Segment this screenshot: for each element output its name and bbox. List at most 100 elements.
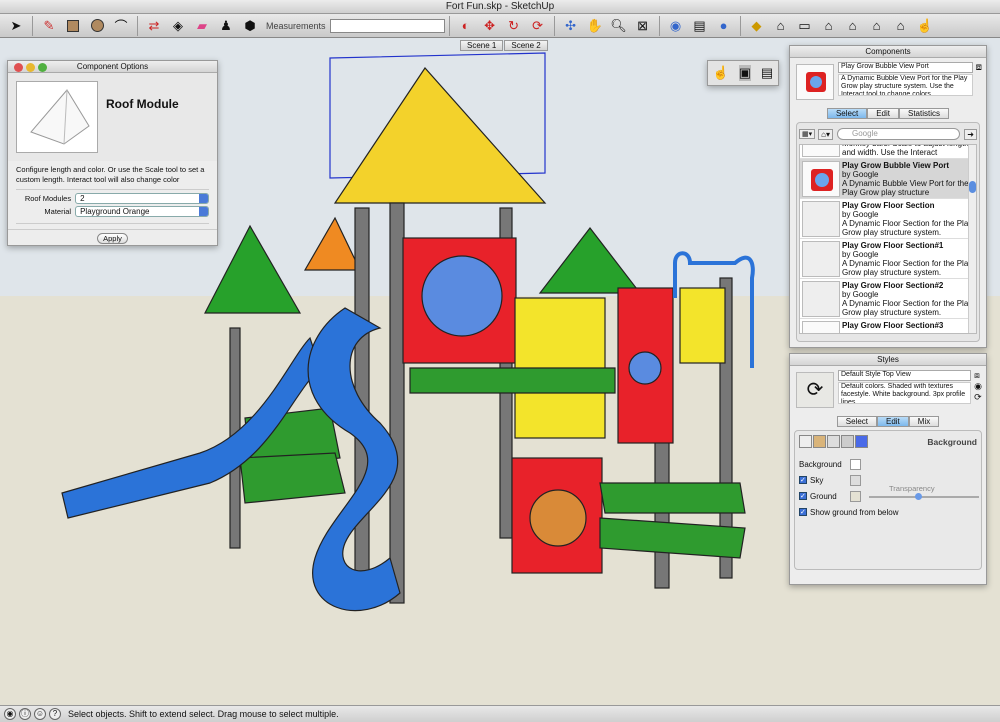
component-name: Roof Module <box>106 97 179 111</box>
panel-title: Styles <box>877 355 899 364</box>
right-view-icon[interactable]: ⌂ <box>843 16 863 36</box>
back-view-icon[interactable]: ⌂ <box>867 16 887 36</box>
tab-edit[interactable]: Edit <box>867 108 899 119</box>
zoom-button[interactable] <box>38 63 47 72</box>
search-input[interactable]: Google <box>837 128 961 140</box>
move-icon[interactable]: ✥ <box>480 16 500 36</box>
component-list: Monkey bars. Scale to adjust length and … <box>799 144 977 334</box>
list-item[interactable]: Play Grow Floor Section by Google A Dynami… <box>800 199 976 239</box>
material-select[interactable]: Playground Orange <box>75 206 209 217</box>
orbit-icon[interactable]: ✣ <box>561 16 581 36</box>
scene-tab-1[interactable]: Scene 1 <box>460 40 504 51</box>
geo-location-icon[interactable]: ◉ <box>4 708 16 720</box>
styles-window: Styles ⟳ Default Style Top View Default … <box>789 353 987 585</box>
view-options-button[interactable]: ▦▾ <box>799 129 816 139</box>
style-thumbnail: ⟳ <box>796 372 834 408</box>
list-scrollbar[interactable] <box>968 145 976 333</box>
iso-view-icon[interactable]: ⌂ <box>771 16 791 36</box>
rotate-icon[interactable]: ↻ <box>504 16 524 36</box>
component-attributes-icon[interactable]: ▤ <box>761 65 773 81</box>
credits-icon[interactable]: ⓘ <box>19 708 31 720</box>
search-go-icon[interactable]: ➜ <box>964 128 977 140</box>
component-description-field[interactable]: A Dynamic Bubble View Port for the Play … <box>838 74 973 96</box>
create-style-icon[interactable]: ⧈ <box>974 370 982 381</box>
material-label: Material <box>44 207 72 216</box>
minimize-button[interactable] <box>26 63 35 72</box>
style-description-field[interactable]: Default colors. Shaded with textures fac… <box>838 382 972 404</box>
push-pull-icon[interactable]: ⬢ <box>240 16 260 36</box>
component-name-field[interactable]: Play Grow Bubble View Port <box>838 62 973 73</box>
pan-icon[interactable]: ✋ <box>585 16 605 36</box>
apply-button[interactable]: Apply <box>97 233 128 244</box>
ground-checkbox[interactable]: ✓ <box>799 492 807 500</box>
paint-bucket-icon[interactable]: ◈ <box>168 16 188 36</box>
component-options-window: Component Options Roof Module Configure … <box>7 60 218 246</box>
roof-modules-label: Roof Modules <box>24 194 72 203</box>
edge-settings-icon[interactable] <box>799 435 812 448</box>
window-title: Fort Fun.skp - SketchUp <box>0 0 1000 14</box>
watermark-settings-icon[interactable] <box>841 435 854 448</box>
eraser-icon[interactable]: ▰ <box>192 16 212 36</box>
select-icon[interactable]: ➤ <box>6 16 26 36</box>
modeling-settings-icon[interactable] <box>855 435 868 448</box>
tab-select[interactable]: Select <box>836 416 877 427</box>
left-view-icon[interactable]: ⌂ <box>891 16 911 36</box>
interact-toolbar: ☝ ▣ ▤ <box>707 60 779 86</box>
scene-tab-2[interactable]: Scene 2 <box>504 40 548 51</box>
transparency-label: Transparency <box>889 484 935 493</box>
rectangle-icon[interactable] <box>63 16 83 36</box>
share-model-icon[interactable]: ● <box>714 16 734 36</box>
tab-statistics[interactable]: Statistics <box>899 108 950 119</box>
interact-hand-icon[interactable]: ☝ <box>713 65 729 81</box>
toolbar: ➤ ✎ ⌒ ⇄ ◈ ▰ ♟ ⬢ Measurements ◐ ✥ ↻ ⟳ ✣ ✋… <box>0 14 1000 38</box>
components-window: Components Play Grow Bubble View Port A … <box>789 45 987 348</box>
show-ground-below-checkbox[interactable]: ✓ <box>799 508 807 516</box>
background-settings-icon[interactable] <box>827 435 840 448</box>
user-icon[interactable]: ☺ <box>34 708 46 720</box>
help-icon[interactable]: ? <box>49 708 61 720</box>
list-item[interactable]: Play Grow Floor Section#3 <box>800 319 976 333</box>
status-bar: ◉ ⓘ ☺ ? Select objects. Shift to extend … <box>0 705 1000 722</box>
top-view-icon[interactable]: ▭ <box>795 16 815 36</box>
scene-tabs: Scene 1 Scene 2 <box>460 40 549 51</box>
component-description: Configure length and color. Or use the S… <box>16 165 205 184</box>
tab-edit[interactable]: Edit <box>876 416 909 427</box>
circle-icon[interactable] <box>87 16 107 36</box>
measurements-input[interactable] <box>329 18 445 33</box>
follow-me-icon[interactable]: ⟳ <box>528 16 548 36</box>
ground-color-swatch[interactable] <box>850 490 861 502</box>
selected-component-thumbnail <box>796 64 834 100</box>
list-item[interactable]: Play Grow Floor Section#1 by Google A Dyna… <box>800 239 976 279</box>
arc-icon[interactable]: ⌒ <box>111 16 131 36</box>
style-name-field[interactable]: Default Style Top View <box>838 370 972 381</box>
zoom-extents-icon[interactable]: ⊠ <box>633 16 653 36</box>
update-style-icon[interactable]: ◉ <box>974 381 982 392</box>
offset-icon[interactable]: ◐ <box>456 16 476 36</box>
tab-select[interactable]: Select <box>826 108 868 119</box>
tab-mix[interactable]: Mix <box>908 416 940 427</box>
list-item[interactable]: Play Grow Bubble View Port by Google A Dyn… <box>800 159 976 199</box>
background-color-swatch[interactable] <box>849 458 861 470</box>
component-options-icon[interactable]: ▣ <box>738 65 752 81</box>
tape-measure-icon[interactable]: ♟ <box>216 16 236 36</box>
refresh-icon[interactable]: ⟳ <box>974 392 982 403</box>
get-models-icon[interactable]: ▤ <box>690 16 710 36</box>
make-component-icon[interactable]: ⇄ <box>144 16 164 36</box>
components-icon[interactable]: ◆ <box>747 16 767 36</box>
transparency-slider[interactable] <box>869 493 979 500</box>
close-button[interactable] <box>14 63 23 72</box>
sky-checkbox[interactable]: ✓ <box>799 476 807 484</box>
list-item[interactable]: Monkey bars. Scale to adjust length and … <box>800 145 976 159</box>
front-view-icon[interactable]: ⌂ <box>819 16 839 36</box>
zoom-icon[interactable]: 🔍︎ <box>609 16 629 36</box>
sky-color-swatch[interactable] <box>850 474 861 486</box>
details-icon[interactable]: ⧈ <box>976 62 982 102</box>
roof-modules-select[interactable]: 2 <box>75 193 209 204</box>
list-item[interactable]: Play Grow Floor Section#2 by Google A Dyna… <box>800 279 976 319</box>
face-settings-icon[interactable] <box>813 435 826 448</box>
previous-view-icon[interactable]: ◉ <box>666 16 686 36</box>
interact-icon[interactable]: ☝ <box>915 16 935 36</box>
component-thumbnail <box>16 81 98 153</box>
home-button[interactable]: ⌂▾ <box>818 128 833 140</box>
pencil-icon[interactable]: ✎ <box>39 16 59 36</box>
